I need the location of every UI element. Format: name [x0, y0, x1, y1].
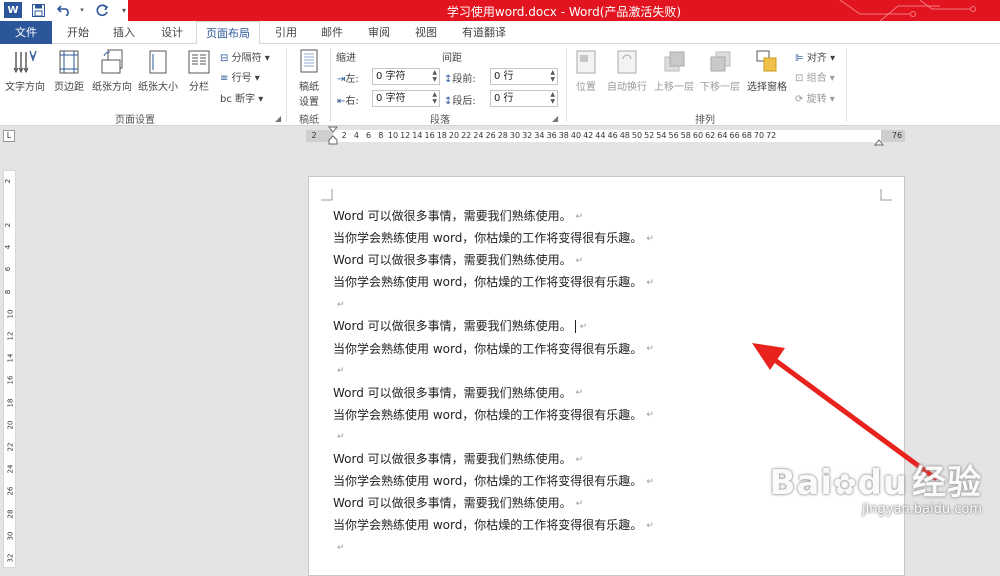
watermark-logo: Bai✿du 经验 — [769, 463, 982, 503]
watermark-url: jingyan.baidu.com — [862, 502, 982, 517]
paw-icon: ✿ — [832, 468, 858, 501]
baidu-jingyan-watermark: Bai✿du 经验 jingyan.baidu.com — [769, 455, 982, 517]
